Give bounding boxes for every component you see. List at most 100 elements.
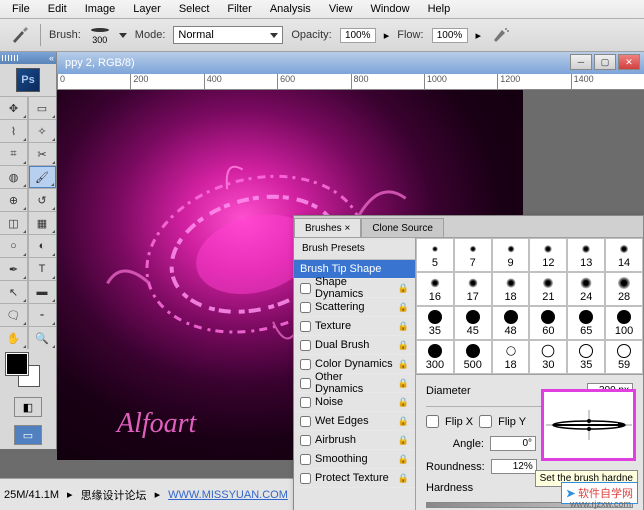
brush-tool-icon[interactable] — [8, 23, 32, 47]
tab-brushes[interactable]: Brushes × — [294, 218, 361, 237]
marquee-tool[interactable]: ▭ — [29, 97, 56, 119]
gradient-tool[interactable]: ▦ — [29, 212, 56, 234]
menu-filter[interactable]: Filter — [219, 1, 259, 17]
brush-preset-59[interactable]: 59 — [605, 340, 643, 374]
brush-preset-12[interactable]: 12 — [529, 238, 567, 272]
brush-preset-9[interactable]: 9 — [492, 238, 530, 272]
brush-dropdown-icon[interactable] — [119, 33, 127, 38]
pen-tool[interactable]: ✒ — [0, 258, 27, 280]
brush-preset-28[interactable]: 28 — [605, 272, 643, 306]
move-tool[interactable]: ✥ — [0, 97, 27, 119]
brush-preset-35[interactable]: 35 — [567, 340, 605, 374]
menu-edit[interactable]: Edit — [40, 1, 75, 17]
type-tool[interactable]: T — [29, 258, 56, 280]
close-button[interactable]: ✕ — [618, 54, 640, 70]
zoom-tool[interactable]: 🔍 — [29, 327, 56, 349]
brush-option-dual-brush[interactable]: Dual Brush🔒 — [294, 336, 415, 355]
screenmode-button[interactable]: ▭ — [14, 425, 42, 445]
roundness-input[interactable] — [491, 459, 537, 474]
minimize-button[interactable]: ─ — [570, 54, 592, 70]
brush-preset-100[interactable]: 100 — [605, 306, 643, 340]
toolbox-grip[interactable]: « — [0, 52, 56, 64]
eyedropper-tool[interactable]: ⁃ — [29, 304, 56, 326]
brush-size-picker[interactable]: 300 — [89, 25, 111, 45]
brush-preset-7[interactable]: 7 — [454, 238, 492, 272]
slice-tool[interactable]: ✂ — [29, 143, 56, 165]
brush-preset-48[interactable]: 48 — [492, 306, 530, 340]
brush-option-checkbox[interactable] — [300, 340, 311, 351]
history-brush-tool[interactable]: ↺ — [29, 189, 56, 211]
brush-preset-300[interactable]: 300 — [416, 340, 454, 374]
brush-preset-16[interactable]: 16 — [416, 272, 454, 306]
foreground-color-swatch[interactable] — [6, 353, 28, 375]
color-swatches[interactable] — [0, 349, 56, 393]
brush-presets-header[interactable]: Brush Presets — [294, 238, 415, 260]
wand-tool[interactable]: ✧ — [29, 120, 56, 142]
flow-arrow-icon[interactable]: ▸ — [476, 29, 482, 42]
brush-preset-21[interactable]: 21 — [529, 272, 567, 306]
brush-option-other-dynamics[interactable]: Other Dynamics🔒 — [294, 374, 415, 393]
brush-option-checkbox[interactable] — [300, 416, 311, 427]
flipx-checkbox[interactable] — [426, 415, 439, 428]
brush-option-checkbox[interactable] — [300, 435, 311, 446]
flow-input[interactable] — [432, 28, 468, 43]
brush-preset-30[interactable]: 30 — [529, 340, 567, 374]
brush-option-checkbox[interactable] — [300, 321, 311, 332]
brush-preset-5[interactable]: 5 — [416, 238, 454, 272]
shape-tool[interactable]: ▬ — [29, 281, 56, 303]
menu-select[interactable]: Select — [171, 1, 218, 17]
brush-option-checkbox[interactable] — [300, 359, 311, 370]
brush-option-airbrush[interactable]: Airbrush🔒 — [294, 431, 415, 450]
brush-angle-preview[interactable] — [541, 389, 636, 461]
menu-window[interactable]: Window — [362, 1, 417, 17]
quickmask-button[interactable]: ◧ — [14, 397, 42, 417]
brush-option-texture[interactable]: Texture🔒 — [294, 317, 415, 336]
blur-tool[interactable]: ○ — [0, 235, 27, 257]
dodge-tool[interactable]: ◐ — [29, 235, 56, 257]
brush-tool[interactable]: 🖌 — [29, 166, 56, 188]
brush-option-protect-texture[interactable]: Protect Texture🔒 — [294, 469, 415, 488]
tab-clone-source[interactable]: Clone Source — [361, 218, 444, 237]
brush-option-checkbox[interactable] — [300, 283, 311, 294]
brush-preset-24[interactable]: 24 — [567, 272, 605, 306]
brush-option-checkbox[interactable] — [300, 454, 311, 465]
opacity-arrow-icon[interactable]: ▸ — [384, 29, 390, 42]
brush-preset-18[interactable]: 18 — [492, 272, 530, 306]
heal-tool[interactable]: ◍ — [0, 166, 27, 188]
brush-option-shape-dynamics[interactable]: Shape Dynamics🔒 — [294, 279, 415, 298]
airbrush-icon[interactable] — [489, 23, 513, 47]
stamp-tool[interactable]: ⊕ — [0, 189, 27, 211]
brush-option-checkbox[interactable] — [300, 397, 311, 408]
brush-preset-500[interactable]: 500 — [454, 340, 492, 374]
brush-preset-18[interactable]: 18 — [492, 340, 530, 374]
brush-preset-45[interactable]: 45 — [454, 306, 492, 340]
brush-preset-13[interactable]: 13 — [567, 238, 605, 272]
menu-layer[interactable]: Layer — [125, 1, 169, 17]
eraser-tool[interactable]: ◫ — [0, 212, 27, 234]
brush-option-scattering[interactable]: Scattering🔒 — [294, 298, 415, 317]
mode-dropdown[interactable]: Normal — [173, 26, 283, 44]
brush-preset-60[interactable]: 60 — [529, 306, 567, 340]
opacity-input[interactable] — [340, 28, 376, 43]
menu-help[interactable]: Help — [420, 1, 459, 17]
menu-image[interactable]: Image — [77, 1, 124, 17]
brush-option-checkbox[interactable] — [300, 378, 311, 389]
crop-tool[interactable]: ⌗ — [0, 143, 27, 165]
menu-analysis[interactable]: Analysis — [262, 1, 319, 17]
brush-option-noise[interactable]: Noise🔒 — [294, 393, 415, 412]
brush-option-checkbox[interactable] — [300, 302, 311, 313]
brush-preset-17[interactable]: 17 — [454, 272, 492, 306]
path-tool[interactable]: ↖ — [0, 281, 27, 303]
brush-preset-35[interactable]: 35 — [416, 306, 454, 340]
notes-tool[interactable]: 🗨 — [0, 304, 27, 326]
maximize-button[interactable]: ▢ — [594, 54, 616, 70]
angle-input[interactable] — [490, 436, 536, 451]
brush-option-wet-edges[interactable]: Wet Edges🔒 — [294, 412, 415, 431]
status-link[interactable]: WWW.MISSYUAN.COM — [168, 489, 288, 501]
brush-preset-14[interactable]: 14 — [605, 238, 643, 272]
brush-preset-65[interactable]: 65 — [567, 306, 605, 340]
menu-view[interactable]: View — [321, 1, 361, 17]
flipy-checkbox[interactable] — [479, 415, 492, 428]
menu-file[interactable]: File — [4, 1, 38, 17]
brush-option-checkbox[interactable] — [300, 473, 311, 484]
